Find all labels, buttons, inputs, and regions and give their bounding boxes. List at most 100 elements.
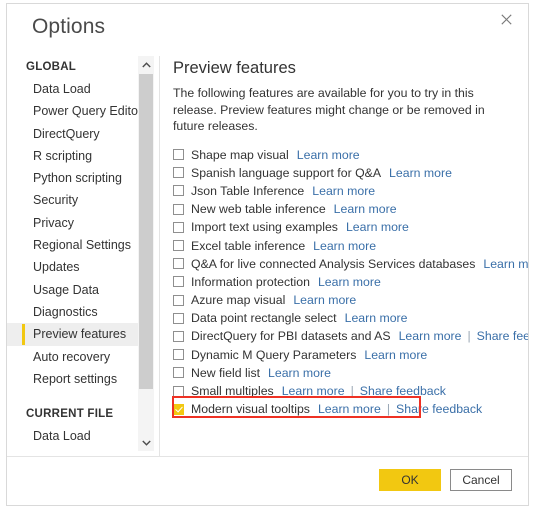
checkbox-modern-visual-tooltips[interactable] [173, 403, 184, 415]
panel-divider [159, 56, 160, 456]
checkbox-small-multiples[interactable] [173, 385, 184, 397]
share-feedback-link[interactable]: Share feedback [477, 329, 528, 343]
close-icon[interactable] [491, 6, 521, 32]
feature-row: Shape map visual Learn more [173, 146, 518, 164]
sidebar-item-regional-settings[interactable]: Regional Settings [7, 234, 138, 256]
sidebar-item-usage-data[interactable]: Usage Data [7, 279, 138, 301]
cancel-button[interactable]: Cancel [450, 469, 512, 491]
chevron-down-icon[interactable] [138, 434, 154, 451]
feature-label: Data point rectangle select [191, 311, 337, 326]
checkbox-shape-map-visual[interactable] [173, 149, 184, 161]
learn-more-link[interactable]: Learn more [318, 275, 381, 289]
sidebar-scroll-thumb[interactable] [139, 74, 153, 389]
sidebar-item-updates[interactable]: Updates [7, 256, 138, 278]
checkbox-directquery-for-pbi-datasets-and-as[interactable] [173, 330, 184, 342]
sidebar-item-regional-settings[interactable]: Regional Settings [7, 447, 138, 451]
checkbox-new-field-list[interactable] [173, 367, 184, 379]
feature-row: Azure map visual Learn more [173, 291, 518, 309]
learn-more-link[interactable]: Learn more [313, 239, 376, 253]
feature-row: Q&A for live connected Analysis Services… [173, 255, 528, 273]
feature-label: Dynamic M Query Parameters [191, 347, 357, 362]
feature-row: Small multiples Learn more | Share feedback [173, 382, 518, 400]
sidebar-item-data-load[interactable]: Data Load [7, 78, 138, 100]
options-dialog: Options GLOBAL Data Load Power Query Edito… [6, 3, 529, 506]
learn-more-link[interactable]: Learn more [346, 220, 409, 234]
feature-row: Information protection Learn more [173, 273, 518, 291]
sidebar-item-data-load[interactable]: Data Load [7, 425, 138, 447]
learn-more-link[interactable]: Learn more [389, 166, 452, 180]
feature-row: Excel table inference Learn more [173, 236, 518, 254]
feature-label: Information protection [191, 274, 310, 289]
nav-group-title: CURRENT FILE [26, 408, 114, 421]
sidebar-scrollbar[interactable] [138, 56, 154, 451]
page-title: Options [32, 15, 106, 38]
learn-more-link[interactable]: Learn more [483, 257, 528, 271]
feature-row: Data point rectangle select Learn more [173, 309, 518, 327]
feature-row: Import text using examples Learn more [173, 218, 518, 236]
feature-label: New web table inference [191, 202, 326, 217]
feature-label: Json Table Inference [191, 183, 305, 198]
feature-list: Shape map visual Learn more Spanish langua… [173, 146, 528, 419]
checkbox-spanish-language-support-for-q-a[interactable] [173, 167, 184, 179]
sidebar-item-security[interactable]: Security [7, 189, 138, 211]
section-heading: Preview features [173, 59, 296, 77]
feature-label: New field list [191, 365, 261, 380]
footer-divider [7, 456, 528, 457]
chevron-up-icon[interactable] [138, 56, 154, 73]
feature-label: Excel table inference [191, 238, 306, 253]
learn-more-link[interactable]: Learn more [297, 148, 360, 162]
learn-more-link[interactable]: Learn more [399, 329, 462, 343]
ok-button[interactable]: OK [379, 469, 441, 491]
checkbox-data-point-rectangle-select[interactable] [173, 312, 184, 324]
checkbox-new-web-table-inference[interactable] [173, 203, 184, 215]
link-separator: | [467, 329, 471, 344]
dialog-footer: OK Cancel [379, 469, 512, 491]
checkbox-excel-table-inference[interactable] [173, 240, 184, 252]
preview-features-panel: Preview features The following features … [173, 59, 528, 419]
checkbox-azure-map-visual[interactable] [173, 294, 184, 306]
learn-more-link[interactable]: Learn more [282, 384, 345, 398]
sidebar-item-python-scripting[interactable]: Python scripting [7, 167, 138, 189]
feature-row: Modern visual tooltips Learn more | Share f… [173, 400, 518, 418]
feature-label: Azure map visual [191, 293, 286, 308]
feature-label: Shape map visual [191, 147, 289, 162]
section-description: The following features are available for… [173, 86, 485, 133]
sidebar-item-preview-features[interactable]: Preview features [7, 323, 138, 346]
feature-row: DirectQuery for PBI datasets and AS Learn… [173, 327, 528, 345]
sidebar-item-report-settings[interactable]: Report settings [7, 368, 138, 390]
learn-more-link[interactable]: Learn more [318, 402, 381, 416]
link-separator: | [350, 384, 354, 399]
learn-more-link[interactable]: Learn more [312, 184, 375, 198]
settings-sidebar[interactable]: GLOBAL Data Load Power Query Editor DirectQ… [7, 56, 138, 451]
checkbox-q-a-for-live-connected-analysis-services-databases[interactable] [173, 258, 184, 270]
sidebar-item-directquery[interactable]: DirectQuery [7, 123, 138, 145]
share-feedback-link[interactable]: Share feedback [396, 402, 482, 416]
feature-label: Import text using examples [191, 220, 338, 235]
feature-label: Small multiples [191, 384, 274, 399]
feature-label: DirectQuery for PBI datasets and AS [191, 329, 391, 344]
feature-row: Dynamic M Query Parameters Learn more [173, 346, 518, 364]
checkbox-json-table-inference[interactable] [173, 185, 184, 197]
sidebar-item-r-scripting[interactable]: R scripting [7, 145, 138, 167]
dialog-titlebar: Options [7, 4, 528, 52]
link-separator: | [386, 402, 391, 417]
sidebar-item-privacy[interactable]: Privacy [7, 212, 138, 234]
checkbox-dynamic-m-query-parameters[interactable] [173, 349, 184, 361]
sidebar-item-diagnostics[interactable]: Diagnostics [7, 301, 138, 323]
learn-more-link[interactable]: Learn more [345, 311, 408, 325]
feature-row: Spanish language support for Q&A Learn mo… [173, 164, 518, 182]
checkbox-information-protection[interactable] [173, 276, 184, 288]
nav-group-title: GLOBAL [26, 61, 77, 73]
checkbox-import-text-using-examples[interactable] [173, 221, 184, 233]
sidebar-item-auto-recovery[interactable]: Auto recovery [7, 346, 138, 368]
feature-row: Json Table Inference Learn more [173, 182, 518, 200]
nav-group-spacer [7, 390, 138, 403]
learn-more-link[interactable]: Learn more [364, 348, 427, 362]
feature-row: New field list Learn more [173, 364, 518, 382]
feature-label: Q&A for live connected Analysis Services… [191, 256, 476, 271]
learn-more-link[interactable]: Learn more [334, 202, 397, 216]
share-feedback-link[interactable]: Share feedback [360, 384, 446, 398]
learn-more-link[interactable]: Learn more [268, 366, 331, 380]
learn-more-link[interactable]: Learn more [293, 293, 356, 307]
sidebar-item-power-query-editor[interactable]: Power Query Editor [7, 100, 138, 122]
